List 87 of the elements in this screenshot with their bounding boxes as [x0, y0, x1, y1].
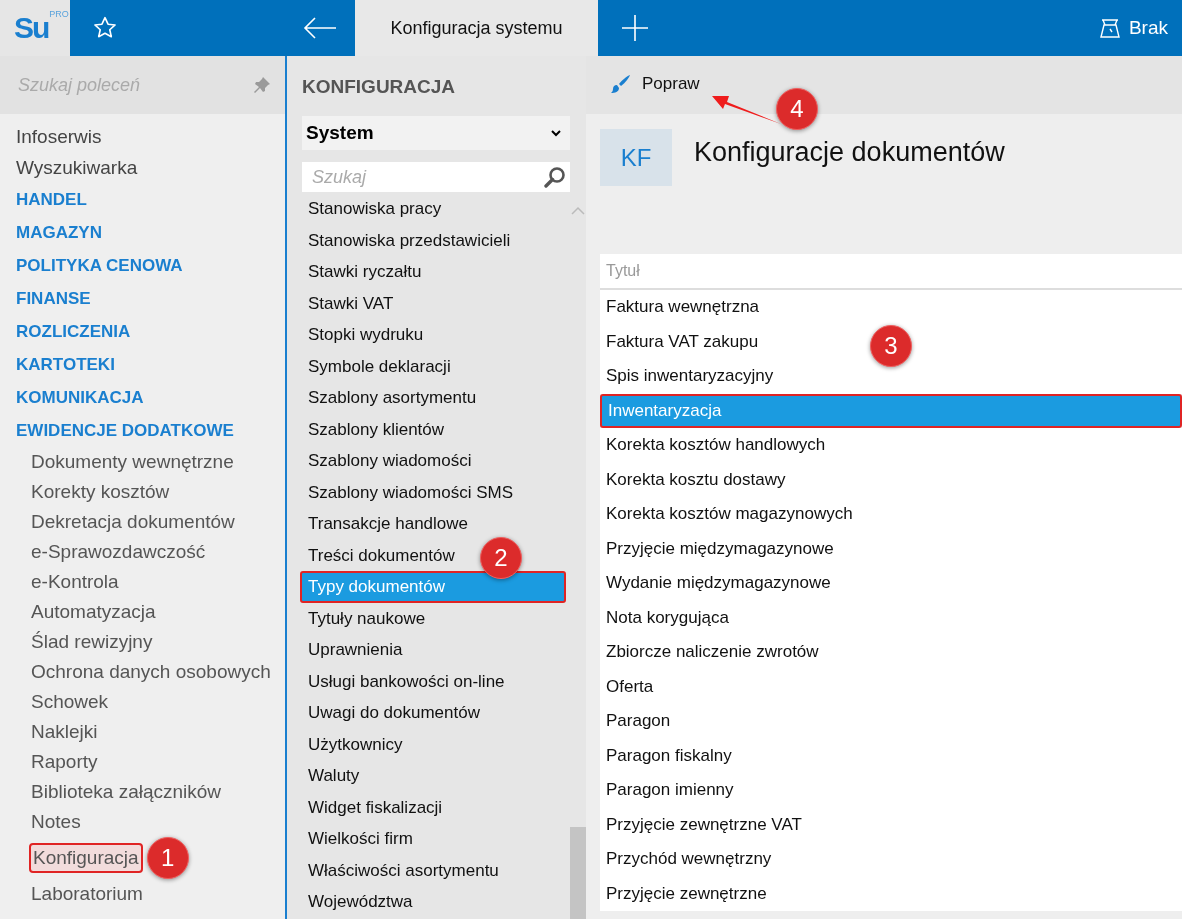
config-list-item[interactable]: Uwagi do dokumentów: [302, 697, 480, 729]
table-row[interactable]: Przyjęcie zewnętrzne VAT: [600, 807, 1182, 842]
search-field[interactable]: Szukaj: [302, 162, 570, 192]
sidebar-item[interactable]: Biblioteka załączników: [29, 777, 224, 807]
back-arrow-icon[interactable]: [303, 17, 337, 39]
sidebar-item[interactable]: Notes: [29, 807, 83, 837]
config-list-item[interactable]: Województwa: [302, 886, 413, 918]
config-list-item[interactable]: Stawki VAT: [302, 287, 394, 319]
config-list-item[interactable]: Stanowiska przedstawicieli: [302, 224, 511, 256]
app-logo: Su: [14, 11, 49, 45]
table-row[interactable]: Przyjęcie międzymagazynowe: [600, 531, 1182, 566]
scrollbar-thumb[interactable]: [570, 827, 586, 919]
table-row[interactable]: Paragon imienny: [600, 773, 1182, 808]
group-dropdown[interactable]: System: [302, 116, 570, 150]
config-list-item[interactable]: Stawki ryczałtu: [302, 256, 422, 288]
search-icon[interactable]: [544, 166, 566, 188]
sidebar-item[interactable]: Schowek: [29, 687, 111, 717]
callout-marker: 1: [146, 837, 189, 879]
section-heading: KONFIGURACJA: [302, 75, 457, 99]
config-list-item[interactable]: Szablony asortymentu: [302, 382, 477, 414]
sidebar-item[interactable]: Dokumenty wewnętrzne: [29, 447, 236, 477]
sidebar-item[interactable]: EWIDENCJE DODATKOWE: [0, 414, 234, 447]
config-list-item[interactable]: Usługi bankowości on-line: [302, 665, 505, 697]
table-row[interactable]: Paragon fiskalny: [600, 738, 1182, 773]
sidebar-item[interactable]: Wyszukiwarka: [0, 152, 138, 183]
config-list-item[interactable]: Transakcje handlowe: [302, 508, 468, 540]
table-row[interactable]: Wydanie międzymagazynowe: [600, 566, 1182, 601]
config-list-item[interactable]: Symbole deklaracji: [302, 350, 451, 382]
plus-icon[interactable]: [622, 15, 648, 41]
edit-button[interactable]: Popraw: [606, 64, 704, 104]
logo-edition-label: PRO: [49, 9, 69, 19]
config-list-item[interactable]: Użytkownicy: [302, 728, 403, 760]
document-tile: KF: [600, 129, 672, 186]
sidebar-item[interactable]: e-Kontrola: [29, 567, 121, 597]
config-list-item[interactable]: Waluty: [302, 760, 360, 792]
sidebar-item[interactable]: e-Sprawozdawczość: [29, 537, 208, 567]
config-list-item[interactable]: Stanowiska pracy: [302, 193, 442, 225]
profile-label[interactable]: Brak: [1128, 17, 1168, 39]
table-row[interactable]: Faktura wewnętrzna: [600, 290, 1182, 325]
config-list-item[interactable]: Tytuły naukowe: [302, 602, 426, 634]
config-list-item[interactable]: Szablony wiadomości: [302, 445, 472, 477]
config-list-item[interactable]: Treści dokumentów: [302, 539, 455, 571]
config-list-item[interactable]: Właściwości asortymentu: [302, 854, 499, 886]
sidebar-item[interactable]: KOMUNIKACJA: [0, 381, 144, 414]
table-row[interactable]: Korekta kosztu dostawy: [600, 462, 1182, 497]
sidebar-item[interactable]: Infoserwis: [0, 121, 102, 152]
sidebar-item[interactable]: Konfiguracja: [29, 843, 143, 873]
sidebar-item[interactable]: Laboratorium: [29, 879, 145, 909]
command-search-input[interactable]: Szukaj poleceń: [16, 73, 253, 97]
sidebar-item[interactable]: POLITYKA CENOWA: [0, 249, 183, 282]
config-list-item[interactable]: Wielkości firm: [302, 823, 413, 855]
table-row[interactable]: Zbiorcze naliczenie zwrotów: [600, 635, 1182, 670]
table-row[interactable]: Oferta: [600, 669, 1182, 704]
table-row[interactable]: Przyjęcie zewnętrzne: [600, 876, 1182, 911]
config-list-item[interactable]: Szablony klientów: [302, 413, 445, 445]
page-title: Konfiguracje dokumentów: [694, 137, 1005, 168]
brush-icon: [610, 73, 632, 95]
config-list-item[interactable]: Widget fiskalizacji: [302, 791, 443, 823]
table-row[interactable]: Korekta kosztów handlowych: [600, 428, 1182, 463]
tab[interactable]: Konfiguracja systemu: [355, 0, 598, 56]
sidebar-item[interactable]: HANDEL: [0, 183, 87, 216]
table-row[interactable]: Przychód wewnętrzny: [600, 842, 1182, 877]
sidebar-item[interactable]: Naklejki: [29, 717, 100, 747]
scale-icon: [1098, 18, 1121, 38]
table-row[interactable]: Spis inwentaryzacyjny: [600, 359, 1182, 394]
sidebar-item[interactable]: MAGAZYN: [0, 216, 102, 249]
sidebar-item[interactable]: Ochrona danych osobowych: [29, 657, 273, 687]
pin-icon[interactable]: [253, 76, 271, 94]
config-list-item[interactable]: Uprawnienia: [302, 634, 403, 666]
search-input[interactable]: Szukaj: [310, 165, 544, 189]
config-list-item[interactable]: Stopki wydruku: [302, 319, 424, 351]
sidebar-item[interactable]: FINANSE: [0, 282, 91, 315]
command-search-field[interactable]: Szukaj poleceń: [0, 56, 285, 114]
sidebar-item[interactable]: Ślad rewizyjny: [29, 627, 155, 657]
table-row[interactable]: Paragon: [600, 704, 1182, 739]
chevron-down-icon: [550, 129, 562, 137]
table-row[interactable]: Nota korygująca: [600, 600, 1182, 635]
sidebar-item[interactable]: KARTOTEKI: [0, 348, 115, 381]
config-list-item[interactable]: Szablony wiadomości SMS: [302, 476, 514, 508]
sidebar-item[interactable]: Dekretacja dokumentów: [29, 507, 237, 537]
sidebar-item[interactable]: ROZLICZENIA: [0, 315, 131, 348]
sidebar-item[interactable]: Automatyzacja: [29, 597, 158, 627]
callout-marker: 4: [776, 88, 818, 130]
callout-marker: 2: [480, 537, 522, 579]
sidebar-item[interactable]: Korekty kosztów: [29, 477, 172, 507]
sidebar-item[interactable]: Raporty: [29, 747, 100, 777]
table-row[interactable]: Korekta kosztów magazynowych: [600, 497, 1182, 532]
